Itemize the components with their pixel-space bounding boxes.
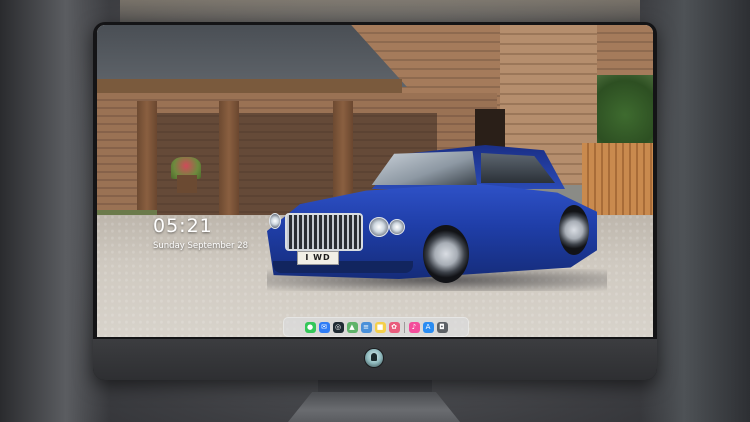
car-headlight: [369, 217, 389, 237]
car-rear-wheel: [559, 205, 589, 255]
monitor-chin: [93, 339, 657, 380]
brand-logo-icon: [365, 349, 383, 367]
monitor: I WD 05:21 Sunday September 28 ● ✉ ◎ ▲ ≡ ■ ✿ ♪ A…: [93, 22, 657, 380]
safari-icon[interactable]: ◎: [332, 321, 344, 333]
music-icon[interactable]: ♪: [408, 321, 420, 333]
car-bumper: [273, 261, 413, 273]
car-headlight: [269, 213, 281, 229]
photos-icon[interactable]: ✿: [388, 321, 400, 333]
monitor-stand-base: [288, 392, 460, 422]
dock: ● ✉ ◎ ▲ ≡ ■ ✿ ♪ A ◘: [283, 317, 469, 337]
car-front-wheel: [423, 225, 469, 283]
wallpaper-roof-edge: [97, 79, 402, 93]
monitor-stand-neck: [318, 380, 432, 394]
lock-screen[interactable]: I WD 05:21 Sunday September 28 ● ✉ ◎ ▲ ≡ ■ ✿ ♪ A…: [97, 25, 653, 337]
mail-icon[interactable]: ✉: [318, 321, 330, 333]
maps-icon[interactable]: ▲: [346, 321, 358, 333]
app-store-icon[interactable]: A: [422, 321, 434, 333]
car-grille: [285, 213, 363, 251]
notes-icon[interactable]: ≡: [360, 321, 372, 333]
reminders-icon[interactable]: ■: [374, 321, 386, 333]
camera-icon[interactable]: ◘: [436, 321, 448, 333]
wallpaper-planter: [177, 175, 197, 193]
messages-icon[interactable]: ●: [304, 321, 316, 333]
lock-screen-date: Sunday September 28: [153, 241, 249, 251]
lock-screen-time: 05:21: [153, 215, 213, 237]
dock-separator: [403, 321, 405, 333]
car-headlight: [389, 219, 405, 235]
car-license-plate: I WD: [297, 251, 339, 265]
